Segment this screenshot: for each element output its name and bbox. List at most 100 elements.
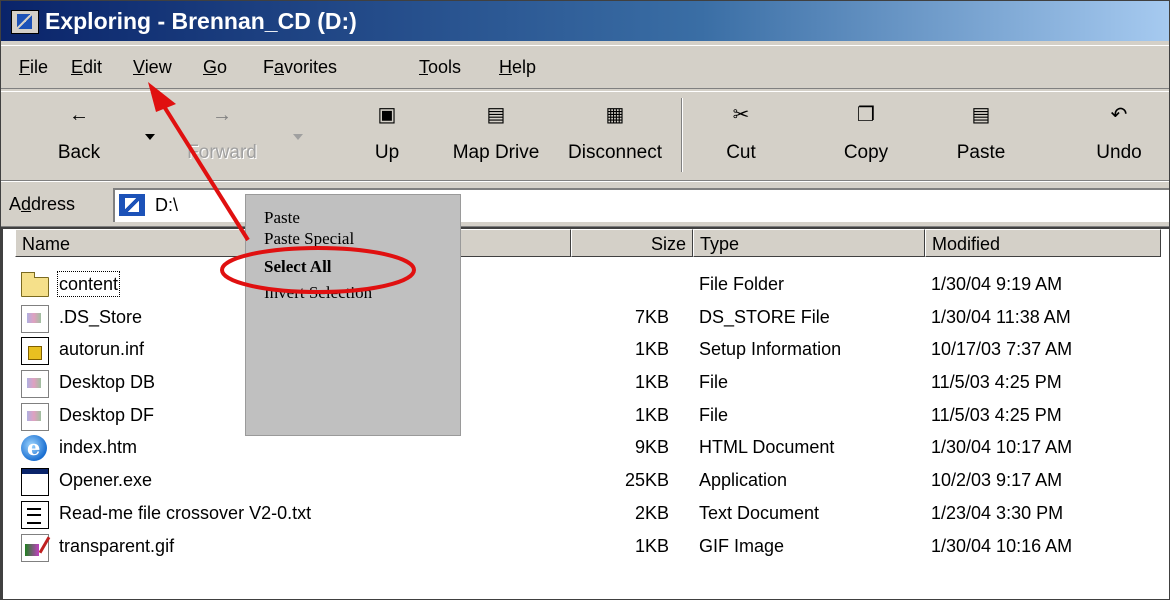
menu-option-paste[interactable]: Paste xyxy=(264,209,300,227)
file-rows: content File Folder 1/30/04 9:19 AM .DS_… xyxy=(3,269,1163,563)
paste-label: Paste xyxy=(956,142,1006,163)
file-name: index.htm xyxy=(59,437,138,458)
explorer-app-icon[interactable] xyxy=(11,10,39,34)
file-row-content[interactable]: content File Folder 1/30/04 9:19 AM xyxy=(3,269,1163,302)
file-modified: 1/30/04 11:38 AM xyxy=(931,306,1071,327)
edit-menu-overlay: Paste Paste Special Select All Invert Se… xyxy=(245,194,461,436)
file-modified: 10/17/03 7:37 AM xyxy=(931,339,1073,360)
generic-file-icon xyxy=(21,304,49,333)
file-modified: 10/2/03 9:17 AM xyxy=(931,470,1063,491)
file-size: 1KB xyxy=(634,535,669,556)
menu-view[interactable]: View xyxy=(133,56,172,78)
map-drive-label: Map Drive xyxy=(452,142,540,163)
menu-help[interactable]: Help xyxy=(499,56,536,78)
file-row-desktop-df[interactable]: Desktop DF 1KB File 11/5/03 4:25 PM xyxy=(3,400,1163,433)
copy-button[interactable]: ❐ Copy xyxy=(821,92,911,176)
disconnect-drive-icon: ▦ xyxy=(605,104,625,126)
cd-drive-icon xyxy=(119,194,145,216)
file-name: autorun.inf xyxy=(59,339,145,360)
file-size: 9KB xyxy=(634,437,669,458)
address-value: D:\ xyxy=(155,195,179,215)
file-modified: 11/5/03 4:25 PM xyxy=(931,372,1062,393)
forward-label: Forward xyxy=(187,142,257,163)
application-icon xyxy=(21,468,49,497)
up-label: Up xyxy=(374,142,400,163)
file-name: .DS_Store xyxy=(59,306,143,327)
gif-image-icon xyxy=(21,533,49,562)
copy-label: Copy xyxy=(843,142,889,163)
file-row-autorun[interactable]: autorun.inf 1KB Setup Information 10/17/… xyxy=(3,334,1163,367)
toolbar-separator xyxy=(681,98,683,172)
scissors-icon: ✂ xyxy=(732,104,750,126)
toolbar: ← Back → Forward ▣ Up ▤ Map Drive ▦ Disc… xyxy=(1,91,1169,181)
file-modified: 1/30/04 9:19 AM xyxy=(931,274,1063,294)
file-type: HTML Document xyxy=(699,437,835,458)
back-button[interactable]: ← Back xyxy=(41,92,117,176)
file-modified: 1/30/04 10:16 AM xyxy=(931,535,1073,556)
menu-option-select-all[interactable]: Select All xyxy=(264,258,332,276)
file-type: File xyxy=(699,404,729,425)
file-type: Text Document xyxy=(699,502,820,523)
file-name: transparent.gif xyxy=(59,535,175,556)
up-folder-icon: ▣ xyxy=(377,104,397,126)
generic-file-icon xyxy=(21,402,49,431)
file-row-desktop-db[interactable]: Desktop DB 1KB File 11/5/03 4:25 PM xyxy=(3,367,1163,400)
file-type: File Folder xyxy=(699,274,785,294)
up-button[interactable]: ▣ Up xyxy=(357,92,417,176)
column-header-modified[interactable]: Modified xyxy=(925,229,1161,257)
column-header-size[interactable]: Size xyxy=(571,229,693,257)
cut-button[interactable]: ✂ Cut xyxy=(701,92,781,176)
folder-icon xyxy=(21,272,49,297)
menu-tools[interactable]: Tools xyxy=(419,56,461,78)
generic-file-icon xyxy=(21,370,49,399)
menu-edit[interactable]: Edit xyxy=(71,56,102,78)
file-type: File xyxy=(699,372,729,393)
undo-label: Undo xyxy=(1096,142,1142,163)
file-row-transparent-gif[interactable]: transparent.gif 1KB GIF Image 1/30/04 10… xyxy=(3,531,1163,564)
file-name: Desktop DB xyxy=(59,372,156,393)
clipboard-icon: ▤ xyxy=(971,104,991,126)
file-row-opener-exe[interactable]: Opener.exe 25KB Application 10/2/03 9:17… xyxy=(3,465,1163,498)
undo-icon: ↶ xyxy=(1110,104,1128,126)
undo-button[interactable]: ↶ Undo xyxy=(1079,92,1159,176)
file-type: Application xyxy=(699,470,788,491)
back-label: Back xyxy=(57,142,101,163)
file-type: GIF Image xyxy=(699,535,785,556)
copy-icon: ❐ xyxy=(857,104,875,126)
menu-option-paste-special[interactable]: Paste Special xyxy=(264,230,354,248)
file-modified: 1/23/04 3:30 PM xyxy=(931,502,1064,523)
menu-bar: File Edit View Go Favorites Tools Help xyxy=(1,45,1169,89)
file-row-readme[interactable]: Read-me file crossover V2-0.txt 2KB Text… xyxy=(3,498,1163,531)
paste-button[interactable]: ▤ Paste xyxy=(931,92,1031,176)
file-size: 1KB xyxy=(634,372,669,393)
file-name: Opener.exe xyxy=(59,470,153,491)
map-drive-icon: ▤ xyxy=(486,104,506,126)
forward-arrow-icon: → xyxy=(212,104,232,126)
file-size: 1KB xyxy=(634,339,669,360)
window-title: Exploring - Brennan_CD (D:) xyxy=(45,8,357,34)
file-size: 2KB xyxy=(634,502,669,523)
back-arrow-icon: ← xyxy=(69,104,89,126)
title-bar[interactable]: Exploring - Brennan_CD (D:) xyxy=(1,1,1169,41)
disconnect-button[interactable]: ▦ Disconnect xyxy=(557,92,673,176)
map-drive-button[interactable]: ▤ Map Drive xyxy=(441,92,551,176)
file-modified: 11/5/03 4:25 PM xyxy=(931,404,1062,425)
file-name: content xyxy=(56,271,121,297)
back-dropdown-icon[interactable] xyxy=(145,134,155,140)
menu-go[interactable]: Go xyxy=(203,56,227,78)
file-type: DS_STORE File xyxy=(699,306,830,327)
file-list-view[interactable]: Name Size Type Modified content File Fol… xyxy=(1,227,1169,599)
forward-button[interactable]: → Forward xyxy=(177,92,267,176)
menu-option-invert-selection[interactable]: Invert Selection xyxy=(264,284,372,302)
menu-file[interactable]: File xyxy=(19,56,48,78)
file-row-ds-store[interactable]: .DS_Store 7KB DS_STORE File 1/30/04 11:3… xyxy=(3,302,1163,335)
file-name: Read-me file crossover V2-0.txt xyxy=(59,502,312,523)
file-size: 7KB xyxy=(634,306,669,327)
text-document-icon xyxy=(21,500,49,529)
menu-favorites[interactable]: Favorites xyxy=(263,56,337,78)
column-header-type[interactable]: Type xyxy=(693,229,925,257)
file-row-index-htm[interactable]: index.htm 9KB HTML Document 1/30/04 10:1… xyxy=(3,432,1163,465)
file-type: Setup Information xyxy=(699,339,842,360)
forward-dropdown-icon[interactable] xyxy=(293,134,303,140)
address-bar: Address D:\ xyxy=(1,181,1169,227)
